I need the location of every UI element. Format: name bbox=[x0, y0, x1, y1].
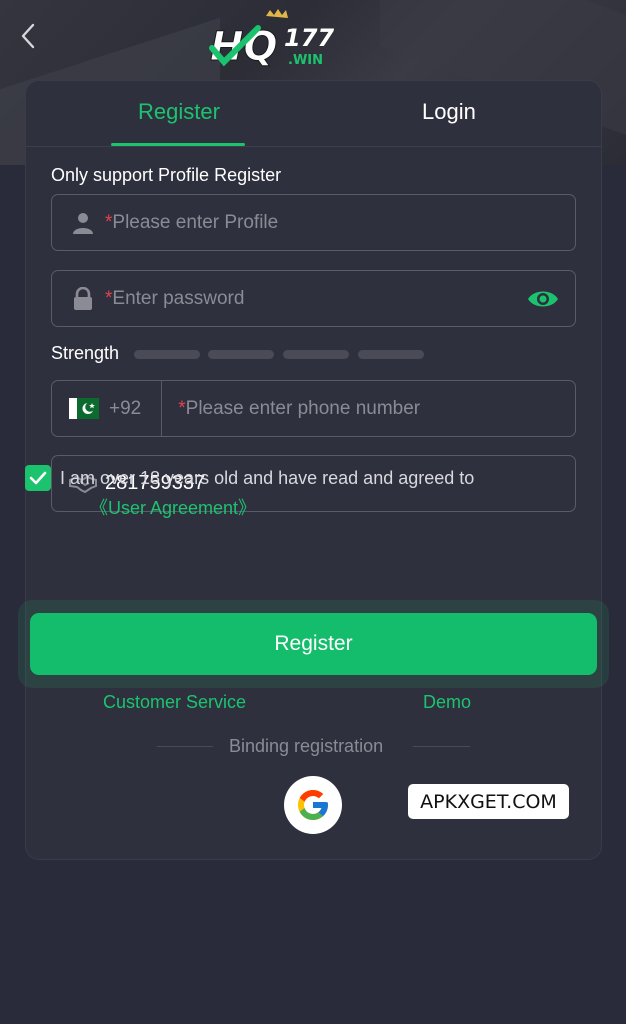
user-agreement-link[interactable]: 《User Agreement》 bbox=[90, 494, 256, 520]
svg-text:HQ: HQ bbox=[210, 24, 277, 70]
register-hint: Only support Profile Register bbox=[51, 165, 282, 185]
divider-right bbox=[413, 746, 470, 747]
tab-login[interactable]: Login bbox=[422, 99, 476, 125]
strength-bar bbox=[208, 350, 274, 359]
strength-bar bbox=[134, 350, 200, 359]
profile-field[interactable]: *Please enter Profile bbox=[51, 194, 576, 251]
agreement-text: I am over 18 years old and have read and… bbox=[60, 468, 475, 488]
country-code: +92 bbox=[109, 397, 142, 419]
customer-service-link[interactable]: Customer Service bbox=[103, 692, 246, 713]
binding-registration-label: Binding registration bbox=[229, 736, 384, 756]
agreement-checkbox[interactable] bbox=[25, 465, 51, 491]
pakistan-flag-icon bbox=[69, 398, 99, 419]
eye-icon[interactable] bbox=[527, 285, 559, 313]
brand-logo: HQ 177 .WIN bbox=[208, 8, 340, 71]
google-login-button[interactable] bbox=[284, 776, 342, 834]
svg-text:177: 177 bbox=[284, 24, 334, 52]
back-arrow-icon bbox=[21, 23, 35, 49]
svg-text:.WIN: .WIN bbox=[288, 53, 323, 68]
google-icon bbox=[298, 790, 328, 820]
divider-left bbox=[157, 746, 213, 747]
watermark-label: APKXGET.COM bbox=[408, 784, 569, 819]
profile-placeholder: Please enter Profile bbox=[112, 211, 279, 233]
lock-icon bbox=[69, 285, 97, 313]
tab-register[interactable]: Register bbox=[138, 99, 220, 125]
password-placeholder: Enter password bbox=[112, 287, 245, 309]
active-tab-indicator bbox=[111, 143, 245, 146]
back-button[interactable] bbox=[14, 22, 42, 50]
strength-bar bbox=[358, 350, 424, 359]
check-icon bbox=[29, 471, 47, 485]
strength-label: Strength bbox=[51, 343, 120, 363]
phone-placeholder: Please enter phone number bbox=[185, 397, 421, 419]
password-field[interactable]: *Enter password bbox=[51, 270, 576, 327]
required-mark: * bbox=[178, 397, 186, 419]
strength-bar bbox=[283, 350, 349, 359]
demo-link[interactable]: Demo bbox=[423, 692, 471, 713]
country-code-selector[interactable]: +92 bbox=[52, 381, 163, 436]
register-button[interactable]: Register bbox=[30, 613, 597, 675]
phone-field[interactable]: +92 *Please enter phone number bbox=[51, 380, 576, 437]
user-icon bbox=[69, 209, 97, 237]
tab-bar: Register Login bbox=[26, 81, 601, 147]
